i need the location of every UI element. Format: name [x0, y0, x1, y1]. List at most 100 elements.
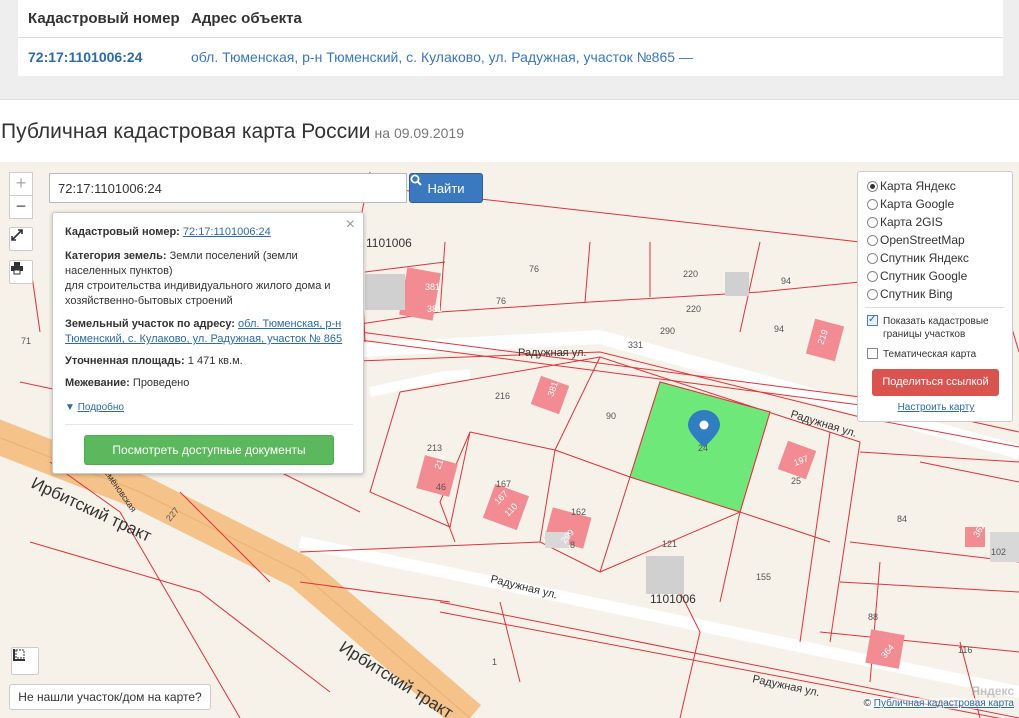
result-address-link[interactable]: обл. Тюменская, р-н Тюменский, с. Кулако… — [191, 49, 693, 65]
yandex-logo: Яндекс — [971, 684, 1014, 698]
search-button-label: Найти — [427, 180, 465, 196]
radio-icon[interactable] — [867, 234, 878, 246]
svg-text:76: 76 — [529, 264, 539, 274]
popup-more-row[interactable]: ▼ Подробно — [65, 400, 353, 415]
svg-text:290: 290 — [660, 326, 675, 336]
popup-category-value-4: хозяйственно-бытовых строений — [65, 295, 233, 307]
copyright-symbol: © — [863, 698, 871, 709]
not-found-button[interactable]: Не нашли участок/дом на карте? — [9, 684, 211, 710]
layer-option-bing-satellite[interactable]: Спутник Bing — [867, 287, 953, 301]
layer-option-yandex-satellite[interactable]: Спутник Яндекс — [867, 251, 969, 265]
print-icon — [11, 262, 23, 275]
street-label-raduzhnaya-4: Радужная ул. — [751, 673, 820, 699]
view-documents-button[interactable]: Посмотреть доступные документы — [84, 435, 334, 465]
show-borders-label-2: границы участков — [883, 329, 966, 340]
svg-text:331: 331 — [628, 340, 643, 350]
radio-icon[interactable] — [867, 216, 878, 228]
caret-down-icon: ▼ — [65, 402, 75, 413]
layer-option-yandex-map[interactable]: Карта Яндекс — [867, 179, 956, 193]
popup-survey-row: Межевание: Проведено — [65, 376, 353, 391]
popup-area-row: Уточненная площадь: 1 471 кв.м. — [65, 354, 353, 369]
popup-cadnum-link[interactable]: 72:17:1101006:24 — [183, 226, 271, 238]
layers-divider — [865, 307, 1005, 308]
thematic-map-label: Тематическая карта — [883, 349, 977, 360]
search-button[interactable]: Найти — [409, 173, 483, 203]
header-divider — [18, 37, 1003, 38]
svg-text:216: 216 — [495, 391, 510, 401]
column-header-cadnum: Кадастровый номер — [28, 10, 180, 27]
page-date: на 09.09.2019 — [374, 125, 465, 141]
popup-address-label: Земельный участок по адресу: — [65, 318, 235, 330]
layer-option-osm[interactable]: OpenStreetMap — [867, 233, 965, 247]
popup-category-value-2: населенных пунктов) — [65, 265, 173, 277]
street-label-raduzhnaya-1: Радужная ул. — [518, 347, 586, 359]
radio-icon[interactable] — [867, 288, 878, 300]
radio-icon[interactable] — [867, 252, 878, 264]
results-table: Кадастровый номер Адрес объекта 72:17:11… — [18, 0, 1003, 76]
zoom-out-button[interactable]: − — [9, 195, 33, 219]
popup-cadnum-label: Кадастровый номер: — [65, 226, 180, 238]
zoom-in-button[interactable]: + — [9, 172, 33, 196]
select-area-button[interactable] — [11, 647, 39, 675]
popup-divider — [65, 424, 353, 425]
copyright-link[interactable]: Публичная кадастровая карта — [874, 698, 1014, 709]
popup-address-link-1[interactable]: обл. Тюменская, р-н — [238, 318, 341, 330]
layer-label: Спутник Яндекс — [880, 251, 969, 265]
configure-map-link[interactable]: Настроить карту — [858, 402, 1014, 413]
results-panel: Кадастровый номер Адрес объекта 72:17:11… — [0, 0, 1019, 100]
layer-option-google-map[interactable]: Карта Google — [867, 197, 954, 211]
popup-more-link[interactable]: Подробно — [78, 402, 124, 413]
layer-option-2gis-map[interactable]: Карта 2GIS — [867, 215, 943, 229]
popup-address-row: Земельный участок по адресу: обл. Тюменс… — [65, 317, 353, 347]
street-label-raduzhnaya-3: Радужная ул. — [489, 573, 558, 601]
layer-label: Спутник Bing — [880, 287, 953, 301]
search-icon — [410, 174, 422, 186]
radio-icon[interactable] — [867, 270, 878, 282]
svg-text:220: 220 — [683, 269, 698, 279]
svg-text:76: 76 — [496, 296, 506, 306]
svg-text:71: 71 — [21, 336, 31, 346]
svg-text:116: 116 — [958, 645, 972, 655]
svg-text:220: 220 — [686, 304, 701, 314]
parcel-info-popup: × Кадастровый номер: 72:17:1101006:24 Ка… — [52, 212, 364, 474]
show-borders-checkbox[interactable] — [867, 313, 878, 326]
share-link-button[interactable]: Поделиться ссылкой — [872, 369, 999, 396]
print-button[interactable] — [9, 260, 33, 284]
cadastral-search-input[interactable] — [49, 173, 407, 203]
street-minor — [368, 369, 471, 397]
street-label-raduzhnaya-2: Радужная ул. — [789, 408, 858, 439]
copyright: © Публичная кадастровая карта — [863, 698, 1014, 709]
svg-text:8: 8 — [570, 540, 575, 550]
radio-icon[interactable] — [867, 198, 878, 210]
svg-text:167: 167 — [496, 479, 511, 489]
layer-label: Карта 2GIS — [880, 215, 943, 229]
layer-label: Спутник Google — [880, 269, 968, 283]
thematic-map-checkbox-row[interactable]: Тематическая карта — [867, 348, 976, 361]
cadastral-map[interactable]: Ирбитский тракт Ирбитский тракт Радужная… — [0, 162, 1019, 718]
popup-category-label: Категория земель: — [65, 250, 167, 262]
page-title: Публичная кадастровая карта России на 09.… — [1, 120, 464, 144]
svg-text:1: 1 — [492, 657, 497, 667]
svg-text:94: 94 — [774, 324, 784, 334]
popup-survey-value: Проведено — [132, 377, 190, 389]
fullscreen-icon — [11, 229, 23, 241]
layer-label: OpenStreetMap — [880, 233, 965, 247]
thematic-map-checkbox[interactable] — [867, 348, 878, 359]
fullscreen-button[interactable] — [9, 227, 33, 251]
radio-icon[interactable] — [867, 180, 878, 192]
show-borders-checkbox-row[interactable]: Показать кадастровые границы участков — [867, 313, 989, 341]
select-area-icon — [13, 649, 25, 661]
result-cadnum-link[interactable]: 72:17:1101006:24 — [28, 49, 142, 65]
popup-category-value-3: для строительства индивидуального жилого… — [65, 280, 331, 292]
page-title-text: Публичная кадастровая карта России — [1, 120, 371, 143]
layer-label: Карта Яндекс — [880, 179, 956, 193]
popup-area-value: 1 471 кв.м. — [187, 355, 243, 367]
popup-category-row: Категория земель: Земли поселений (земли… — [65, 249, 353, 309]
svg-text:381: 381 — [427, 304, 442, 314]
svg-text:155: 155 — [756, 572, 771, 582]
popup-cadnum-row: Кадастровый номер: 72:17:1101006:24 — [65, 225, 353, 240]
popup-survey-label: Межевание: — [65, 377, 130, 389]
svg-text:213: 213 — [427, 443, 442, 453]
layer-option-google-satellite[interactable]: Спутник Google — [867, 269, 967, 283]
popup-address-link-2[interactable]: Тюменский, с. Кулаково, ул. Радужная, уч… — [65, 333, 342, 345]
